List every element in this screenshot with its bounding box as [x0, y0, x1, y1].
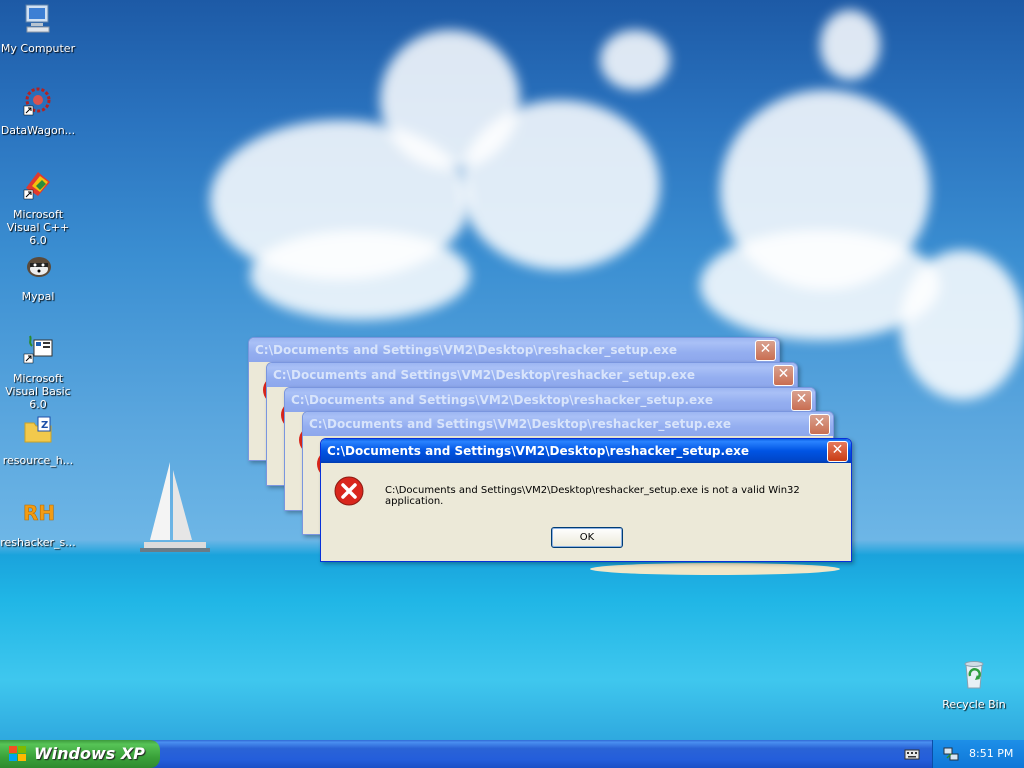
error-icon [334, 476, 364, 506]
taskbar: Windows XP 8:51 PM [0, 740, 1024, 768]
desktop-icon-resource-zip[interactable]: Z resource_h... [0, 414, 76, 467]
desktop-icon-label: Mypal [21, 290, 55, 303]
desktop-icon-label: DataWagon... [0, 124, 76, 137]
reshacker-icon: RH [23, 501, 56, 526]
datawagon-icon [23, 87, 51, 116]
desktop-icon-my-computer[interactable]: My Computer [0, 2, 76, 55]
system-tray: 8:51 PM [932, 740, 1024, 768]
ok-button[interactable]: OK [551, 527, 623, 548]
network-icon[interactable] [943, 746, 959, 762]
desktop-icon-label: resource_h... [2, 454, 74, 467]
start-button[interactable]: Windows XP [0, 740, 160, 768]
desktop-icon-visual-basic[interactable]: Microsoft Visual Basic 6.0 [0, 332, 76, 411]
dialog-titlebar[interactable]: C:\Documents and Settings\VM2\Desktop\re… [285, 388, 815, 412]
desktop-icon-label: Recycle Bin [942, 698, 1006, 711]
close-button[interactable]: ✕ [755, 340, 776, 361]
desktop-icon-datawagon[interactable]: DataWagon... [0, 84, 76, 137]
recycle-bin-icon [964, 661, 984, 689]
desktop-icon-visual-cpp[interactable]: Microsoft Visual C++ 6.0 [0, 168, 76, 247]
desktop-icon-reshacker[interactable]: RH reshacker_s... [0, 496, 76, 549]
close-button[interactable]: ✕ [809, 414, 830, 435]
svg-text:Z: Z [41, 420, 48, 431]
dialog-titlebar[interactable]: C:\Documents and Settings\VM2\Desktop\re… [321, 439, 851, 463]
zip-folder-icon: Z [24, 416, 52, 443]
desktop-icon-label: reshacker_s... [0, 536, 76, 549]
svg-text:RH: RH [23, 501, 54, 525]
start-label: Windows XP [34, 744, 145, 763]
dialog-title: C:\Documents and Settings\VM2\Desktop\re… [291, 393, 714, 407]
close-button[interactable]: ✕ [773, 365, 794, 386]
dialog-titlebar[interactable]: C:\Documents and Settings\VM2\Desktop\re… [267, 363, 797, 387]
close-button[interactable]: ✕ [791, 390, 812, 411]
desktop-icon-mypal[interactable]: Mypal [0, 250, 76, 303]
dialog-titlebar[interactable]: C:\Documents and Settings\VM2\Desktop\re… [249, 338, 779, 362]
error-message: C:\Documents and Settings\VM2\Desktop\re… [385, 485, 800, 507]
desktop-icon-label: Microsoft Visual Basic 6.0 [5, 372, 71, 411]
visual-cpp-icon [23, 172, 50, 200]
desktop-icon-recycle-bin[interactable]: Recycle Bin [936, 658, 1012, 711]
dialog-title: C:\Documents and Settings\VM2\Desktop\re… [273, 368, 696, 382]
island [590, 563, 840, 575]
desktop-icon-label: Microsoft Visual C++ 6.0 [6, 208, 70, 247]
dialog-title: C:\Documents and Settings\VM2\Desktop\re… [327, 444, 750, 458]
windows-logo-icon [9, 746, 26, 761]
keyboard-icon[interactable] [904, 746, 920, 762]
desktop-icon-label: My Computer [0, 42, 76, 55]
visual-basic-icon [23, 335, 53, 364]
error-dialog: C:\Documents and Settings\VM2\Desktop\re… [320, 438, 852, 562]
close-button[interactable]: ✕ [827, 441, 848, 462]
sailboat-image [140, 462, 210, 552]
my-computer-icon [25, 4, 50, 33]
desktop: My Computer DataWagon... Microsoft Visua… [0, 0, 1024, 740]
dialog-title: C:\Documents and Settings\VM2\Desktop\re… [309, 417, 732, 431]
dialog-title: C:\Documents and Settings\VM2\Desktop\re… [255, 343, 678, 357]
dialog-titlebar[interactable]: C:\Documents and Settings\VM2\Desktop\re… [303, 412, 833, 436]
mypal-icon [27, 257, 51, 277]
clock[interactable]: 8:51 PM [969, 740, 1013, 768]
